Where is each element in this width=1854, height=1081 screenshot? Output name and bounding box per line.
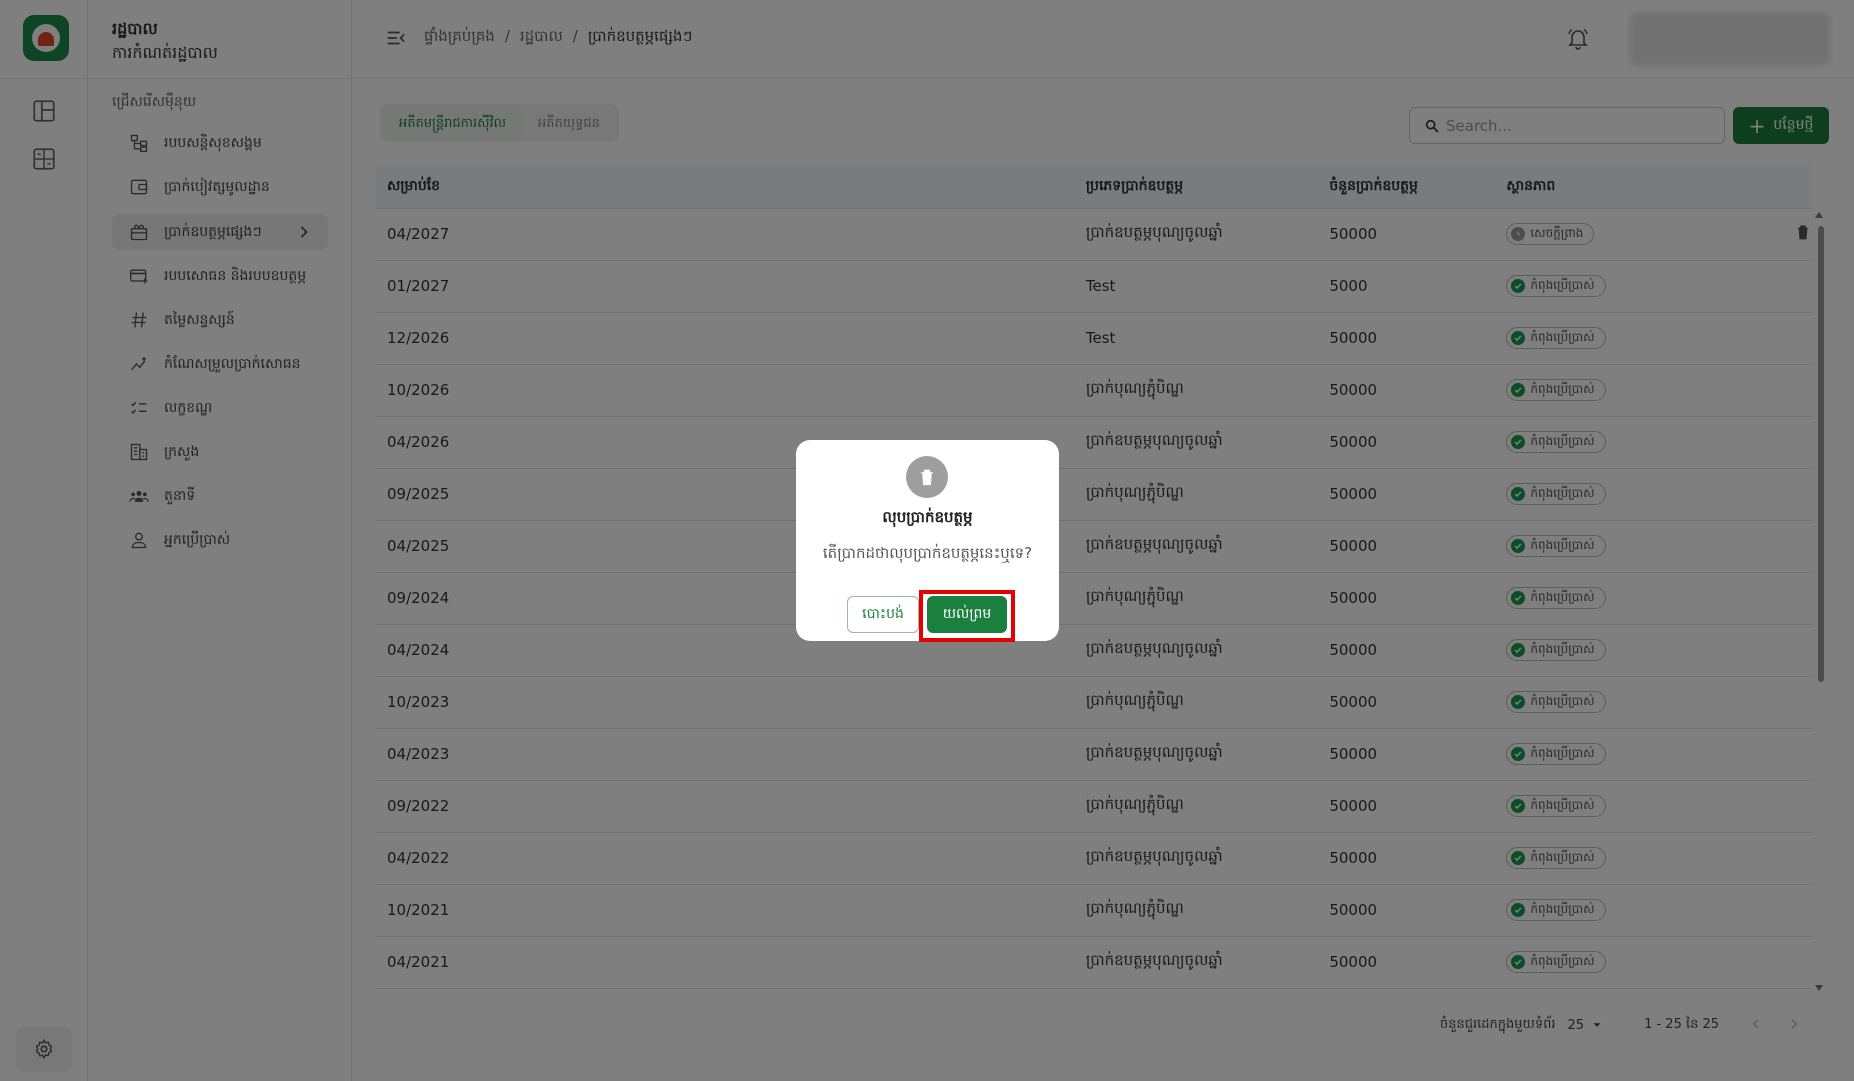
confirm-button-highlight [919,590,1015,642]
dialog-message: តើប្រាកដថាលុបប្រាក់ឧបត្ថម្ភនេះឬទេ? [822,544,1033,562]
trash-icon [906,456,948,498]
dialog-title: លុបប្រាក់ឧបត្ថម្ភ [882,508,973,526]
cancel-button[interactable]: បោះបង់ [847,596,919,633]
